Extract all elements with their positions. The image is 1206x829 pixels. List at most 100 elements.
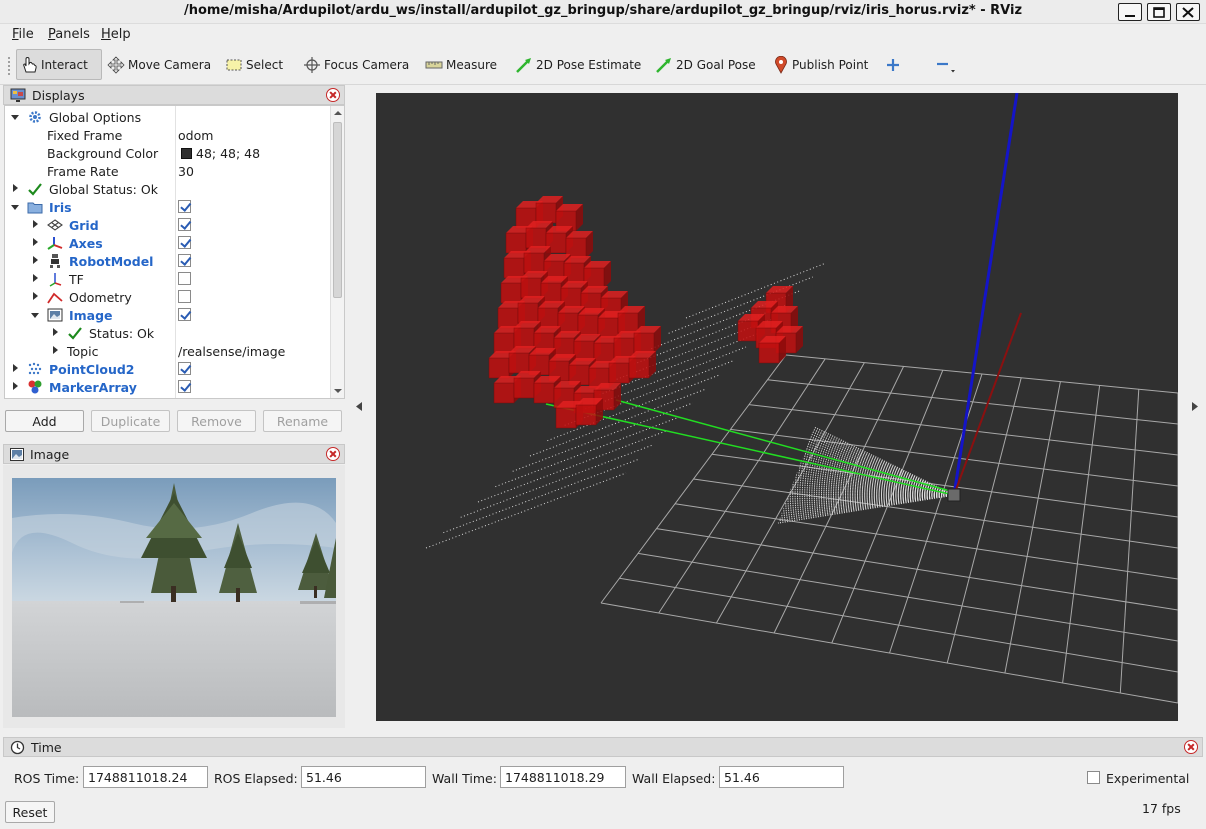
pointcloud2-checkbox[interactable] xyxy=(178,362,191,375)
experimental-checkbox[interactable] xyxy=(1087,771,1100,784)
tree-row-global-options[interactable]: Global Options xyxy=(5,108,331,126)
scroll-down-icon[interactable] xyxy=(334,388,342,394)
move-camera-tool-button[interactable]: Move Camera xyxy=(104,49,214,80)
add-display-button[interactable]: Add xyxy=(5,410,84,432)
tree-row-topic[interactable]: Topic /realsense/image xyxy=(5,342,331,360)
select-tool-button[interactable]: Select xyxy=(222,49,286,80)
interact-tool-button[interactable]: Interact xyxy=(16,49,102,80)
collapse-left-icon[interactable] xyxy=(356,402,362,411)
expand-arrow-icon[interactable] xyxy=(33,274,38,282)
tree-row-grid[interactable]: Grid xyxy=(5,216,331,234)
tree-row-odometry[interactable]: Odometry xyxy=(5,288,331,306)
wall-time-field[interactable]: 1748811018.29 xyxy=(500,766,626,788)
checkmark-icon xyxy=(28,183,42,196)
displays-close-icon[interactable] xyxy=(326,88,340,102)
axes-checkbox[interactable] xyxy=(178,236,191,249)
odometry-checkbox[interactable] xyxy=(178,290,191,303)
image-panel-close-icon[interactable] xyxy=(326,447,340,461)
pointcloud-row xyxy=(477,430,667,503)
3d-viewport[interactable] xyxy=(376,93,1178,721)
ros-elapsed-field[interactable]: 51.46 xyxy=(301,766,426,788)
expand-arrow-icon[interactable] xyxy=(33,220,38,228)
background-color-value[interactable]: 48; 48; 48 xyxy=(196,146,260,161)
expand-arrow-icon[interactable] xyxy=(13,184,18,192)
ros-time-field[interactable]: 1748811018.24 xyxy=(83,766,208,788)
occupancy-voxel xyxy=(520,277,542,299)
collapse-right-icon[interactable] xyxy=(1192,402,1198,411)
maximize-button[interactable] xyxy=(1147,3,1171,21)
occupancy-voxel xyxy=(628,357,650,379)
fixed-frame-value[interactable]: odom xyxy=(178,128,213,143)
measure-tool-button[interactable]: Measure xyxy=(422,49,500,80)
rename-display-button[interactable]: Rename xyxy=(263,410,342,432)
3d-scene[interactable] xyxy=(376,93,1178,721)
robotmodel-checkbox[interactable] xyxy=(178,254,191,267)
menu-help[interactable]: Help xyxy=(101,27,131,42)
occupancy-voxel xyxy=(497,307,519,329)
pointcloud-fan xyxy=(807,443,955,496)
scroll-up-icon[interactable] xyxy=(334,110,342,116)
tree-row-axes[interactable]: Axes xyxy=(5,234,331,252)
tree-row-image[interactable]: Image xyxy=(5,306,331,324)
close-window-button[interactable] xyxy=(1176,3,1200,21)
tf-checkbox[interactable] xyxy=(178,272,191,285)
add-tool-button[interactable] xyxy=(882,49,904,80)
tree-row-global-status[interactable]: Global Status: Ok xyxy=(5,180,331,198)
reset-button[interactable]: Reset xyxy=(5,801,55,823)
wall-elapsed-label: Wall Elapsed: xyxy=(632,771,716,786)
publish-point-tool-button[interactable]: Publish Point xyxy=(770,49,871,80)
tree-row-image-status[interactable]: Status: Ok xyxy=(5,324,331,342)
move-camera-icon xyxy=(107,55,125,74)
tree-scrollbar[interactable] xyxy=(330,106,344,398)
tree-row-robot-model[interactable]: RobotModel xyxy=(5,252,331,270)
iris-checkbox[interactable] xyxy=(178,200,191,213)
grid-checkbox[interactable] xyxy=(178,218,191,231)
tree-row-iris[interactable]: Iris xyxy=(5,198,331,216)
topic-value[interactable]: /realsense/image xyxy=(178,344,285,359)
hand-pointer-icon xyxy=(23,56,37,72)
image-checkbox[interactable] xyxy=(178,308,191,321)
minimize-button[interactable] xyxy=(1118,3,1142,21)
expand-arrow-icon[interactable] xyxy=(33,256,38,264)
frame-rate-value[interactable]: 30 xyxy=(178,164,194,179)
expand-arrow-icon[interactable] xyxy=(53,346,58,354)
tree-row-tf[interactable]: TF xyxy=(5,270,331,288)
tree-row-fixed-frame[interactable]: Fixed Frame odom xyxy=(5,126,331,144)
remove-display-button[interactable]: Remove xyxy=(177,410,256,432)
expand-arrow-icon[interactable] xyxy=(13,364,18,372)
occupancy-voxel xyxy=(617,312,639,334)
color-swatch[interactable] xyxy=(181,148,192,159)
expand-arrow-icon[interactable] xyxy=(33,238,38,246)
expand-arrow-icon[interactable] xyxy=(13,382,18,390)
tree-row-frame-rate[interactable]: Frame Rate 30 xyxy=(5,162,331,180)
pose-estimate-tool-button[interactable]: 2D Pose Estimate xyxy=(512,49,644,80)
collapse-arrow-icon[interactable] xyxy=(11,115,19,120)
collapse-arrow-icon[interactable] xyxy=(11,205,19,210)
checkmark-icon xyxy=(68,327,82,340)
tree-scroll-thumb[interactable] xyxy=(333,122,342,298)
tree-label: PointCloud2 xyxy=(49,362,135,377)
time-panel-close-icon[interactable] xyxy=(1184,740,1198,754)
menu-file[interactable]: File xyxy=(12,27,34,42)
tree-row-pointcloud2[interactable]: PointCloud2 xyxy=(5,360,331,378)
goal-pose-label: 2D Goal Pose xyxy=(676,57,756,72)
expand-arrow-icon[interactable] xyxy=(33,292,38,300)
tree-label: RobotModel xyxy=(69,254,154,269)
tree-label: Topic xyxy=(67,344,99,359)
select-label: Select xyxy=(246,57,284,72)
goal-pose-tool-button[interactable]: 2D Goal Pose xyxy=(652,49,759,80)
focus-camera-tool-button[interactable]: Focus Camera xyxy=(300,49,412,80)
tree-label: Background Color xyxy=(47,146,159,161)
expand-arrow-icon[interactable] xyxy=(53,328,58,336)
wall-elapsed-field[interactable]: 51.46 xyxy=(719,766,844,788)
markerarray-checkbox[interactable] xyxy=(178,380,191,393)
remove-tool-button[interactable] xyxy=(930,49,960,80)
collapse-arrow-icon[interactable] xyxy=(31,313,39,318)
toolbar-grip[interactable] xyxy=(7,56,11,76)
tree-row-marker-array[interactable]: MarkerArray xyxy=(5,378,331,396)
duplicate-display-button[interactable]: Duplicate xyxy=(91,410,170,432)
menu-panels[interactable]: Panels xyxy=(48,27,90,42)
ruler-icon xyxy=(425,61,443,68)
tree-row-background-color[interactable]: Background Color 48; 48; 48 xyxy=(5,144,331,162)
tree-label: Axes xyxy=(69,236,103,251)
